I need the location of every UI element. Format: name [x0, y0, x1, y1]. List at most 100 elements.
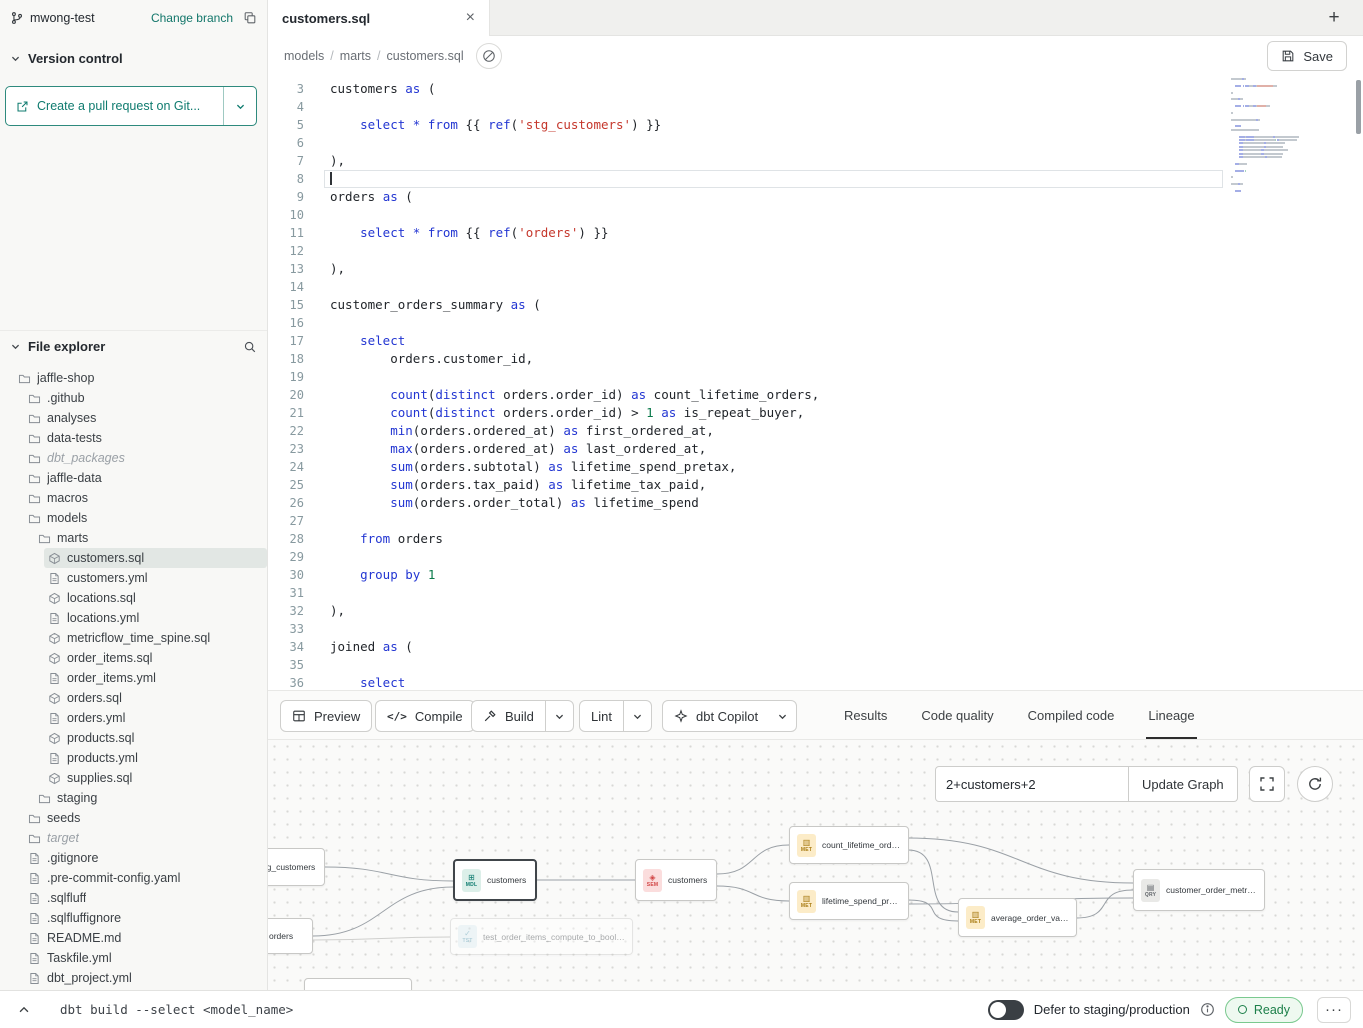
code-line-23[interactable]: 23 max(orders.ordered_at) as last_ordere…: [268, 440, 1363, 458]
tree-item-.github[interactable]: .github: [0, 388, 267, 408]
code-line-9[interactable]: 9orders as (: [268, 188, 1363, 206]
code-line-26[interactable]: 26 sum(orders.order_total) as lifetime_s…: [268, 494, 1363, 512]
tree-item-supplies.sql[interactable]: supplies.sql: [0, 768, 267, 788]
code-line-20[interactable]: 20 count(distinct orders.order_id) as co…: [268, 386, 1363, 404]
lint-button[interactable]: Lint: [579, 700, 652, 732]
tree-item-staging[interactable]: staging: [0, 788, 267, 808]
compile-button[interactable]: </> Compile: [375, 700, 475, 732]
tree-item-.sqlfluffignore[interactable]: .sqlfluffignore: [0, 908, 267, 928]
save-button[interactable]: Save: [1267, 41, 1347, 71]
tab-results[interactable]: Results: [844, 691, 887, 739]
tab-customers-sql[interactable]: customers.sql ×: [268, 0, 490, 36]
copilot-dropdown-button[interactable]: [769, 701, 796, 731]
lineage-node-customer_order_metrics[interactable]: ▤QRYcustomer_order_metrics: [1133, 869, 1265, 911]
breadcrumb-marts[interactable]: marts: [340, 49, 371, 63]
tree-item-dbt_packages[interactable]: dbt_packages: [0, 448, 267, 468]
tree-item-jaffle-shop[interactable]: jaffle-shop: [0, 368, 267, 388]
more-options-button[interactable]: ···: [1317, 997, 1351, 1023]
code-line-10[interactable]: 10: [268, 206, 1363, 224]
pr-dropdown-button[interactable]: [224, 87, 256, 125]
code-line-8[interactable]: 8: [268, 170, 1363, 188]
editor-scrollbar[interactable]: [1356, 80, 1361, 134]
code-line-33[interactable]: 33: [268, 620, 1363, 638]
code-line-25[interactable]: 25 sum(orders.tax_paid) as lifetime_tax_…: [268, 476, 1363, 494]
tree-item-locations.yml[interactable]: locations.yml: [0, 608, 267, 628]
fullscreen-button[interactable]: [1249, 766, 1285, 802]
tree-item-macros[interactable]: macros: [0, 488, 267, 508]
change-branch-link[interactable]: Change branch: [151, 11, 233, 25]
lineage-node-test_order_items_compute_to_bools...[interactable]: ✓TSTtest_order_items_compute_to_bools...: [450, 918, 633, 955]
code-line-15[interactable]: 15customer_orders_summary as (: [268, 296, 1363, 314]
lint-dropdown-button[interactable]: [624, 701, 651, 731]
lineage-node-customers[interactable]: ◈SEMcustomers: [635, 859, 717, 901]
tree-item-customers.sql[interactable]: customers.sql: [0, 548, 267, 568]
collapse-panel-button[interactable]: [12, 998, 36, 1022]
code-line-31[interactable]: 31: [268, 584, 1363, 602]
code-line-3[interactable]: 3customers as (: [268, 80, 1363, 98]
code-line-14[interactable]: 14: [268, 278, 1363, 296]
tab-lineage[interactable]: Lineage: [1148, 691, 1194, 739]
code-line-22[interactable]: 22 min(orders.ordered_at) as first_order…: [268, 422, 1363, 440]
code-line-29[interactable]: 29: [268, 548, 1363, 566]
code-line-6[interactable]: 6: [268, 134, 1363, 152]
breadcrumb-customers-sql[interactable]: customers.sql: [387, 49, 464, 63]
defer-info-button[interactable]: [1200, 1002, 1215, 1017]
tree-item-customers.yml[interactable]: customers.yml: [0, 568, 267, 588]
code-line-27[interactable]: 27: [268, 512, 1363, 530]
breadcrumb-models[interactable]: models: [284, 49, 324, 63]
file-explorer-header[interactable]: File explorer: [0, 330, 267, 358]
code-editor[interactable]: 3customers as (45 select * from {{ ref('…: [268, 76, 1363, 690]
tree-item-.pre-commit-config.yaml[interactable]: .pre-commit-config.yaml: [0, 868, 267, 888]
editor-minimap[interactable]: [1231, 78, 1311, 193]
lineage-node-lifetime_spend_pretax[interactable]: ▥METlifetime_spend_pretax: [789, 882, 909, 920]
lineage-search-input[interactable]: [935, 766, 1129, 802]
code-line-16[interactable]: 16: [268, 314, 1363, 332]
tree-item-products.yml[interactable]: products.yml: [0, 748, 267, 768]
code-line-13[interactable]: 13),: [268, 260, 1363, 278]
code-line-34[interactable]: 34joined as (: [268, 638, 1363, 656]
tree-item-data-tests[interactable]: data-tests: [0, 428, 267, 448]
close-tab-button[interactable]: ×: [466, 10, 475, 26]
code-line-21[interactable]: 21 count(distinct orders.order_id) > 1 a…: [268, 404, 1363, 422]
build-dropdown-button[interactable]: [546, 701, 573, 731]
lineage-node-unnamed[interactable]: [304, 978, 412, 990]
code-line-17[interactable]: 17 select: [268, 332, 1363, 350]
tab-code-quality[interactable]: Code quality: [921, 691, 993, 739]
code-line-36[interactable]: 36 select: [268, 674, 1363, 690]
tree-item-.gitignore[interactable]: .gitignore: [0, 848, 267, 868]
refresh-graph-button[interactable]: [1297, 766, 1333, 802]
code-line-32[interactable]: 32),: [268, 602, 1363, 620]
tree-item-locations.sql[interactable]: locations.sql: [0, 588, 267, 608]
code-line-12[interactable]: 12: [268, 242, 1363, 260]
code-line-30[interactable]: 30 group by 1: [268, 566, 1363, 584]
tree-item-order_items.sql[interactable]: order_items.sql: [0, 648, 267, 668]
tree-item-orders.yml[interactable]: orders.yml: [0, 708, 267, 728]
tab-compiled-code[interactable]: Compiled code: [1028, 691, 1115, 739]
tree-item-Taskfile.yml[interactable]: Taskfile.yml: [0, 948, 267, 968]
code-line-18[interactable]: 18 orders.customer_id,: [268, 350, 1363, 368]
code-line-24[interactable]: 24 sum(orders.subtotal) as lifetime_spen…: [268, 458, 1363, 476]
update-graph-button[interactable]: Update Graph: [1129, 766, 1238, 802]
code-line-7[interactable]: 7),: [268, 152, 1363, 170]
lineage-node-stg_customers[interactable]: ⊞MDLstg_customers: [268, 848, 325, 886]
tree-item-seeds[interactable]: seeds: [0, 808, 267, 828]
dbt-copilot-button[interactable]: dbt Copilot: [662, 700, 797, 732]
code-line-5[interactable]: 5 select * from {{ ref('stg_customers') …: [268, 116, 1363, 134]
lineage-node-customers[interactable]: ⊞MDLcustomers: [453, 859, 537, 901]
tree-item-.sqlfluff[interactable]: .sqlfluff: [0, 888, 267, 908]
code-line-35[interactable]: 35: [268, 656, 1363, 674]
code-line-28[interactable]: 28 from orders: [268, 530, 1363, 548]
create-pull-request-button[interactable]: Create a pull request on Git...: [5, 86, 257, 126]
tree-item-products.sql[interactable]: products.sql: [0, 728, 267, 748]
code-line-19[interactable]: 19: [268, 368, 1363, 386]
tree-item-models[interactable]: models: [0, 508, 267, 528]
tree-item-target[interactable]: target: [0, 828, 267, 848]
lineage-node-count_lifetime_orders[interactable]: ▥METcount_lifetime_orders: [789, 826, 909, 864]
code-line-4[interactable]: 4: [268, 98, 1363, 116]
tree-item-README.md[interactable]: README.md: [0, 928, 267, 948]
version-control-header[interactable]: Version control: [0, 44, 267, 72]
tree-item-jaffle-data[interactable]: jaffle-data: [0, 468, 267, 488]
tree-item-dbt_project.yml[interactable]: dbt_project.yml: [0, 968, 267, 988]
file-search-button[interactable]: [243, 340, 257, 354]
defer-toggle[interactable]: [988, 1000, 1024, 1020]
